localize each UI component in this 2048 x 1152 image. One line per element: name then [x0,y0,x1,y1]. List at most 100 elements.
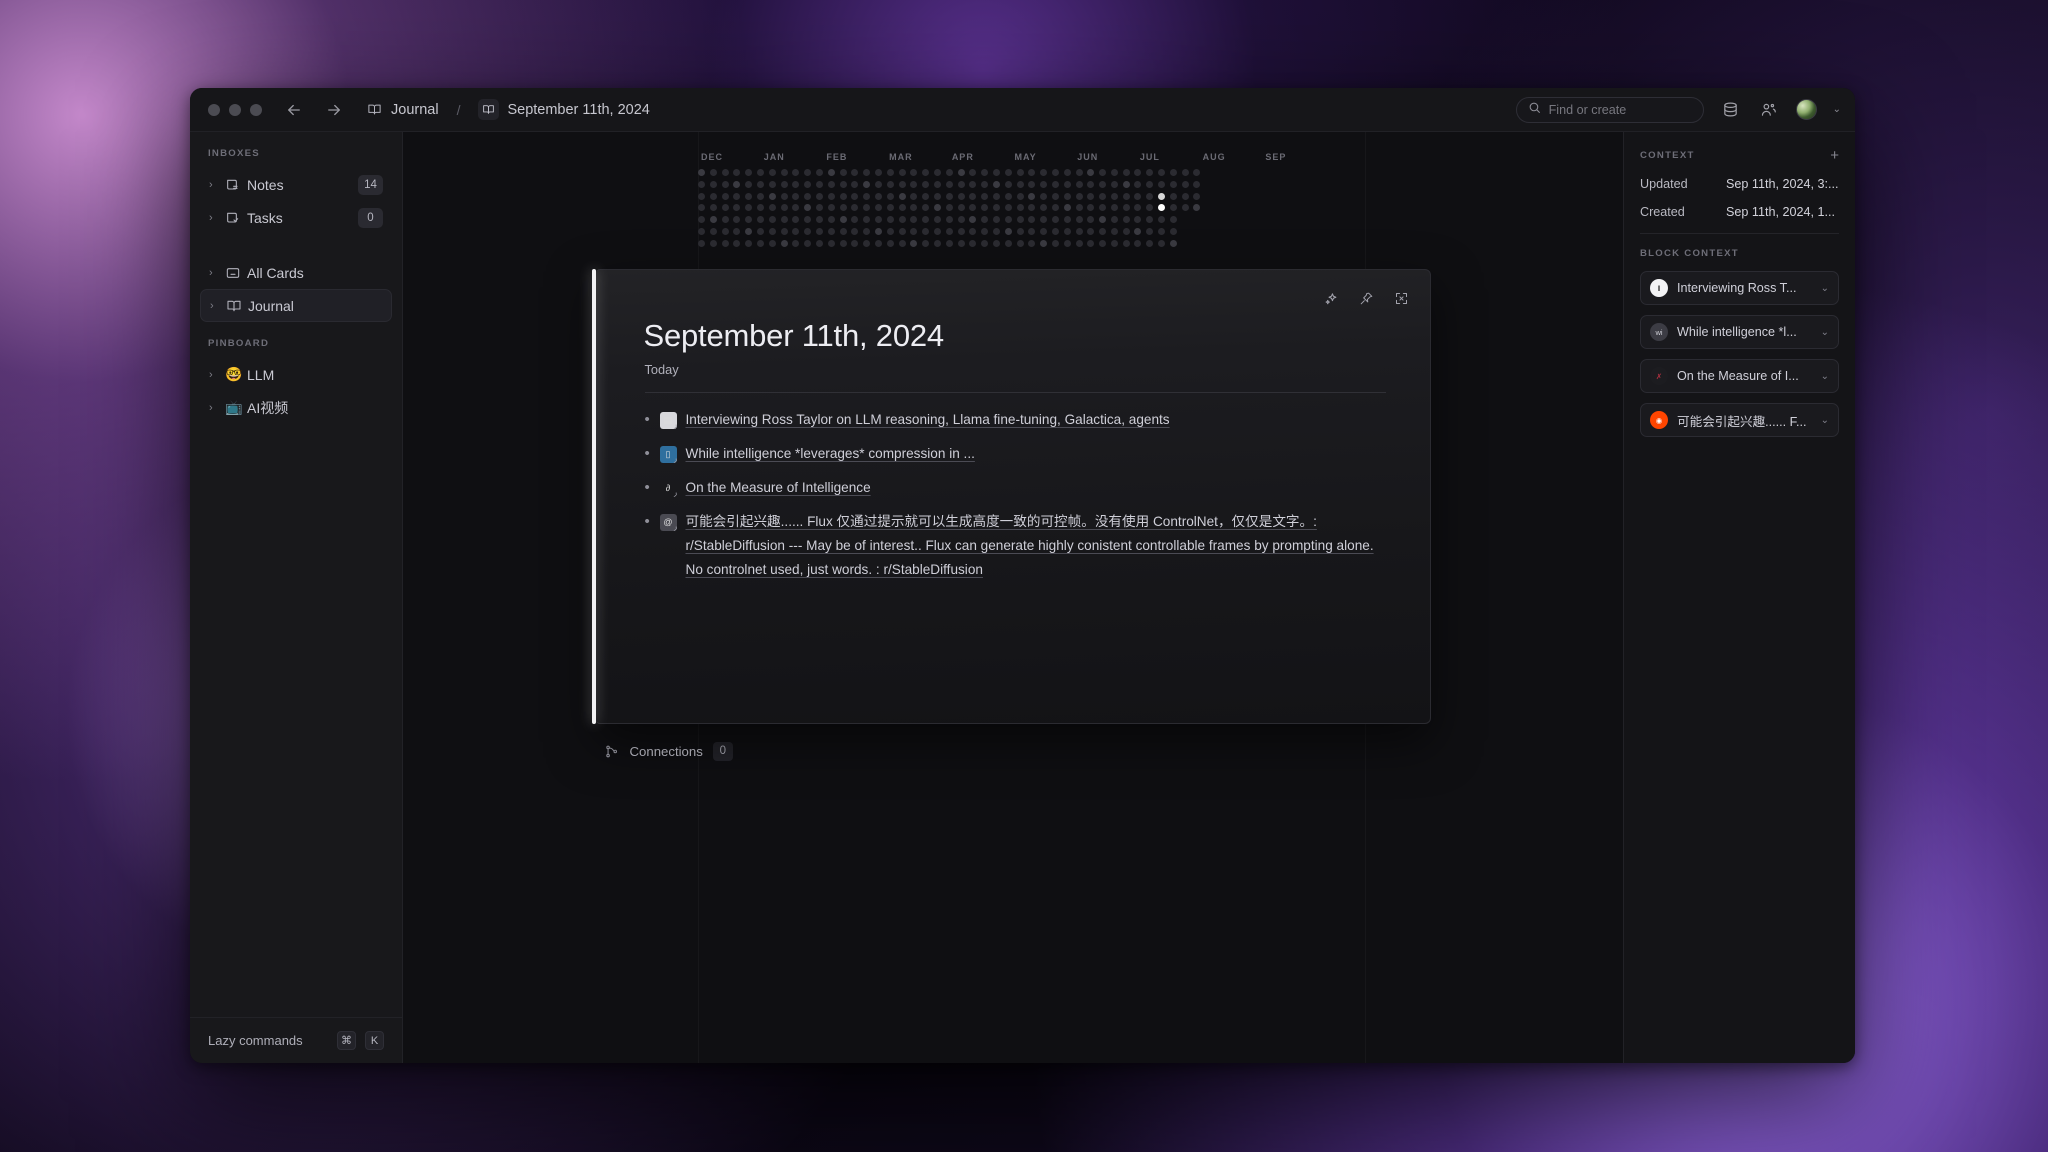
heatmap-cell[interactable] [815,180,823,188]
heatmap-cell[interactable] [709,169,717,176]
heatmap-cell[interactable] [874,239,882,247]
heatmap-cell[interactable] [981,169,989,176]
heatmap-cell[interactable] [898,180,906,188]
heatmap-cell[interactable] [839,227,847,235]
heatmap-cell[interactable] [1040,239,1048,247]
heatmap-cell[interactable] [969,216,977,224]
heatmap-cell[interactable] [698,192,705,200]
heatmap-cell[interactable] [1146,192,1154,200]
heatmap-cell[interactable] [792,192,800,200]
search-input[interactable] [1548,102,1692,117]
heatmap-cell[interactable] [1193,204,1201,212]
heatmap-cell[interactable] [733,192,741,200]
heatmap-cell[interactable] [1146,227,1154,235]
heatmap-cell[interactable] [1122,169,1130,176]
heatmap-cell[interactable] [839,192,847,200]
heatmap-cell[interactable] [827,180,835,188]
heatmap-cell[interactable] [1122,216,1130,224]
heatmap-cell[interactable] [886,204,894,212]
heatmap-cell[interactable] [981,180,989,188]
heatmap-cell[interactable] [886,227,894,235]
heatmap-cell[interactable] [1193,216,1200,223]
heatmap-cell[interactable] [851,180,859,188]
heatmap-cell[interactable] [1028,216,1036,224]
heatmap-cell[interactable] [863,169,871,176]
heatmap-cell[interactable] [709,216,717,224]
heatmap-cell[interactable] [1146,180,1154,188]
heatmap-cell[interactable] [863,204,871,212]
heatmap-grid[interactable] [698,169,1328,247]
heatmap-cell[interactable] [945,192,953,200]
heatmap-cell[interactable] [756,192,764,200]
heatmap-cell[interactable] [792,180,800,188]
window-controls[interactable] [208,103,262,116]
expand-icon[interactable] [1393,290,1410,307]
heatmap-cell[interactable] [992,227,1000,235]
breadcrumb-item-journal[interactable]: Journal [391,102,439,118]
heatmap-cell[interactable] [1075,239,1083,247]
heatmap-cell[interactable] [1158,204,1166,212]
heatmap-cell[interactable] [922,239,930,247]
bullet-link-text[interactable]: While intelligence *leverages* compressi… [686,442,1390,466]
heatmap-cell[interactable] [922,192,930,200]
heatmap-cell[interactable] [1099,192,1107,200]
heatmap-cell[interactable] [1181,180,1189,188]
heatmap-cell[interactable] [1193,228,1200,235]
heatmap-cell[interactable] [863,239,871,247]
heatmap-cell[interactable] [851,192,859,200]
heatmap-cell[interactable] [1110,204,1118,212]
heatmap-cell[interactable] [780,216,788,224]
main-scroll-area[interactable]: DEC JAN FEB MAR APR MAY JUN JUL AUG SEP [403,132,1623,1063]
heatmap-cell[interactable] [1075,180,1083,188]
heatmap-cell[interactable] [886,239,894,247]
heatmap-cell[interactable] [851,216,859,224]
heatmap-cell[interactable] [1040,169,1048,176]
heatmap-cell[interactable] [957,192,965,200]
heatmap-cell[interactable] [922,216,930,224]
heatmap-cell[interactable] [709,227,717,235]
heatmap-cell[interactable] [863,216,871,224]
heatmap-cell[interactable] [1016,169,1024,176]
heatmap-cell[interactable] [733,180,741,188]
heatmap-cell[interactable] [933,180,941,188]
heatmap-cell[interactable] [1004,204,1012,212]
heatmap-cell[interactable] [874,169,882,176]
heatmap-cell[interactable] [768,216,776,224]
heatmap-cell[interactable] [945,239,953,247]
heatmap-cell[interactable] [815,239,823,247]
heatmap-cell[interactable] [992,192,1000,200]
bullet-link-text[interactable]: On the Measure of Intelligence [686,476,1390,500]
chevron-down-icon[interactable]: ⌄ [1821,415,1829,426]
heatmap-cell[interactable] [1051,169,1059,176]
heatmap-cell[interactable] [898,169,906,176]
heatmap-cell[interactable] [1099,216,1107,224]
heatmap-cell[interactable] [1158,227,1166,235]
heatmap-cell[interactable] [981,192,989,200]
heatmap-cell[interactable] [733,204,741,212]
heatmap-cell[interactable] [733,169,741,176]
heatmap-cell[interactable] [957,204,965,212]
heatmap-cell[interactable] [1028,227,1036,235]
chevron-right-icon[interactable]: › [210,300,226,312]
heatmap-cell[interactable] [698,216,705,224]
heatmap-cell[interactable] [1063,180,1071,188]
heatmap-cell[interactable] [1169,169,1177,176]
heatmap-cell[interactable] [910,227,918,235]
heatmap-cell[interactable] [745,204,753,212]
heatmap-cell[interactable] [1134,216,1142,224]
heatmap-cell[interactable] [957,169,965,176]
heatmap-cell[interactable] [733,227,741,235]
heatmap-cell[interactable] [933,169,941,176]
heatmap-cell[interactable] [851,227,859,235]
heatmap-cell[interactable] [768,169,776,176]
heatmap-cell[interactable] [804,227,812,235]
sparkle-icon[interactable] [1323,290,1340,307]
heatmap-cell[interactable] [1146,216,1154,224]
heatmap-cell[interactable] [1040,216,1048,224]
heatmap-cell[interactable] [1182,228,1189,235]
heatmap-cell[interactable] [1063,169,1071,176]
heatmap-cell[interactable] [815,192,823,200]
heatmap-cell[interactable] [1181,192,1189,200]
heatmap-cell[interactable] [1063,216,1071,224]
avatar[interactable] [1795,99,1817,120]
